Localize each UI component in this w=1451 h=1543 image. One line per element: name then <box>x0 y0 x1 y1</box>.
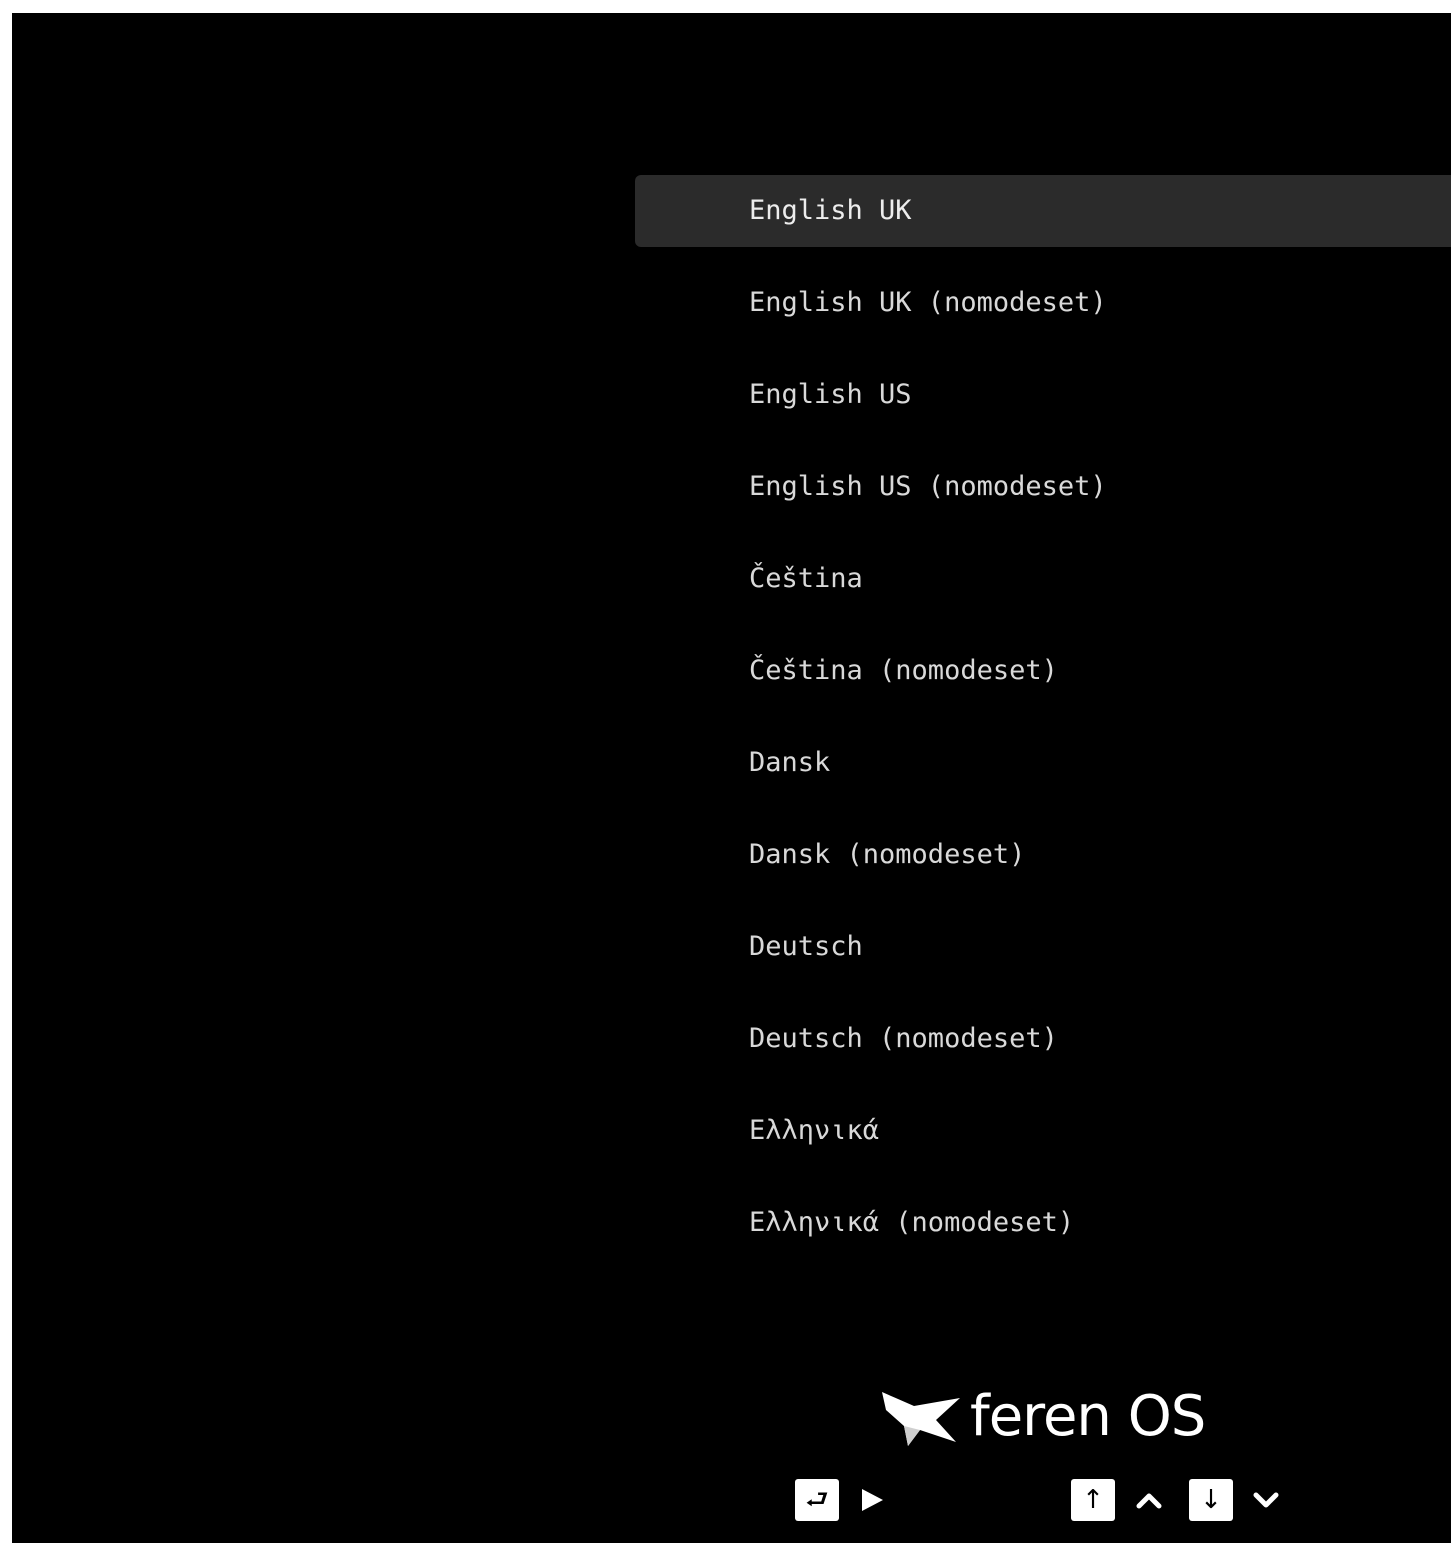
menu-item-deutsch[interactable]: Deutsch <box>635 911 1451 983</box>
menu-item-ellinika-nomodeset[interactable]: Ελληνικά (nomodeset) <box>635 1187 1451 1259</box>
menu-item-deutsch-nomodeset[interactable]: Deutsch (nomodeset) <box>635 1003 1451 1075</box>
menu-item-ellinika[interactable]: Ελληνικά <box>635 1095 1451 1167</box>
play-icon <box>862 1489 883 1511</box>
down-arrow-key: ↓ <box>1189 1479 1233 1521</box>
feren-bird-icon <box>882 1392 960 1446</box>
logo-text: feren OS <box>970 1384 1206 1449</box>
enter-key: ⮐ <box>795 1479 839 1521</box>
chevron-down-icon <box>1253 1492 1279 1508</box>
up-arrow-key: ↑ <box>1071 1479 1115 1521</box>
keyboard-hints: ⮐ ↑ ↓ <box>12 1479 1451 1523</box>
menu-item-cestina-nomodeset[interactable]: Čeština (nomodeset) <box>635 635 1451 707</box>
menu-item-english-uk[interactable]: English UK <box>635 175 1451 247</box>
menu-item-english-us-nomodeset[interactable]: English US (nomodeset) <box>635 451 1451 523</box>
boot-language-menu: English UK English UK (nomodeset) Englis… <box>635 175 1451 1279</box>
menu-item-english-uk-nomodeset[interactable]: English UK (nomodeset) <box>635 267 1451 339</box>
feren-os-logo: feren OS <box>880 1384 1206 1449</box>
menu-item-dansk[interactable]: Dansk <box>635 727 1451 799</box>
chevron-up-icon <box>1136 1493 1162 1509</box>
boot-menu-screen: English UK English UK (nomodeset) Englis… <box>12 13 1451 1543</box>
menu-item-cestina[interactable]: Čeština <box>635 543 1451 615</box>
menu-item-dansk-nomodeset[interactable]: Dansk (nomodeset) <box>635 819 1451 891</box>
menu-item-english-us[interactable]: English US <box>635 359 1451 431</box>
